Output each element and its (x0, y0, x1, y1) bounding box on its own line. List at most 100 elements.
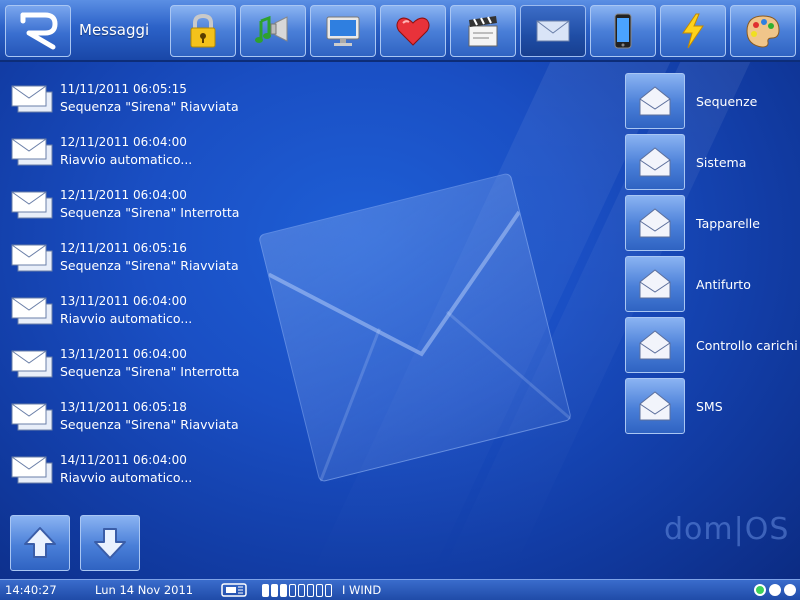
brand-watermark: dom|OS (664, 512, 790, 547)
category-button[interactable] (625, 378, 685, 434)
signal-bar (325, 584, 332, 597)
arrow-up-icon (24, 527, 56, 558)
home-logo-button[interactable] (5, 5, 71, 57)
message-text: Riavvio automatico... (60, 470, 193, 485)
message-text: Sequenza "Sirena" Riavviata (60, 99, 239, 114)
message-date: 13/11/2011 06:05:18 (60, 400, 187, 414)
status-bar: 14:40:27 Lun 14 Nov 2011 I WIND (0, 579, 800, 600)
tab-security[interactable] (170, 5, 236, 57)
tab-scenarios[interactable] (450, 5, 516, 57)
message-date: 12/11/2011 06:04:00 (60, 135, 187, 149)
heart-icon (396, 17, 430, 46)
tab-favorites[interactable] (380, 5, 446, 57)
message-date: 12/11/2011 06:04:00 (60, 188, 187, 202)
signal-bar (280, 584, 287, 597)
message-date: 11/11/2011 06:05:15 (60, 82, 187, 96)
category-sequenze[interactable]: Sequenze (625, 73, 800, 129)
category-label: Sequenze (696, 94, 758, 109)
category-controllo-carichi[interactable]: Controllo carichi (625, 317, 800, 373)
envelope-icon (536, 20, 570, 42)
music-speaker-icon (255, 15, 288, 43)
carrier-name: I WIND (342, 583, 382, 597)
category-tapparelle[interactable]: Tapparelle (625, 195, 800, 251)
status-indicators (754, 584, 796, 596)
category-label: Controllo carichi (696, 338, 798, 353)
category-label: Tapparelle (696, 216, 760, 231)
message-item[interactable]: 12/11/2011 06:04:00 Sequenza "Sirena" In… (10, 186, 570, 226)
lightning-icon (682, 13, 704, 49)
category-label: Sistema (696, 155, 747, 170)
tab-energy[interactable] (660, 5, 726, 57)
clock: 14:40:27 (5, 583, 57, 597)
signal-bar (271, 584, 278, 597)
open-envelope-icon (639, 86, 671, 116)
message-item[interactable]: 14/11/2011 06:04:00 Riavvio automatico..… (10, 451, 570, 491)
message-item[interactable]: 13/11/2011 06:04:00 Riavvio automatico..… (10, 292, 570, 332)
message-date: 12/11/2011 06:05:16 (60, 241, 187, 255)
status-date: Lun 14 Nov 2011 (95, 583, 194, 597)
open-envelope-icon (639, 147, 671, 177)
category-label: Antifurto (696, 277, 751, 292)
category-button[interactable] (625, 73, 685, 129)
lock-icon (190, 13, 216, 48)
message-text: Sequenza "Sirena" Riavviata (60, 417, 239, 432)
category-label: SMS (696, 399, 723, 414)
status-dot-green (754, 584, 766, 596)
message-item[interactable]: 12/11/2011 06:04:00 Riavvio automatico..… (10, 133, 570, 173)
message-item[interactable]: 11/11/2011 06:05:15 Sequenza "Sirena" Ri… (10, 80, 570, 120)
monitor-icon (326, 16, 360, 46)
signal-bar (298, 584, 305, 597)
category-button[interactable] (625, 317, 685, 373)
message-item[interactable]: 12/11/2011 06:05:16 Sequenza "Sirena" Ri… (10, 239, 570, 279)
messages-envelope-icon (11, 403, 53, 431)
scroll-up-button[interactable] (10, 515, 70, 571)
clapperboard-icon (468, 16, 498, 47)
message-date: 13/11/2011 06:04:00 (60, 294, 187, 308)
palette-icon (746, 15, 780, 48)
tab-phone[interactable] (590, 5, 656, 57)
category-button[interactable] (625, 256, 685, 312)
messages-envelope-icon (11, 244, 53, 272)
tab-video[interactable] (310, 5, 376, 57)
status-dot (784, 584, 796, 596)
signal-bar (262, 584, 269, 597)
signal-bar (289, 584, 296, 597)
tab-audio[interactable] (240, 5, 306, 57)
tab-settings[interactable] (730, 5, 796, 57)
messages-envelope-icon (11, 456, 53, 484)
category-button[interactable] (625, 134, 685, 190)
signal-bar (316, 584, 323, 597)
message-date: 13/11/2011 06:04:00 (60, 347, 187, 361)
message-date: 14/11/2011 06:04:00 (60, 453, 187, 467)
sim-card-icon (221, 583, 247, 597)
messages-envelope-icon (11, 138, 53, 166)
arrow-down-icon (94, 528, 126, 559)
messages-envelope-icon (11, 85, 53, 113)
category-sistema[interactable]: Sistema (625, 134, 800, 190)
messages-envelope-icon (11, 297, 53, 325)
phone-icon (614, 13, 632, 49)
message-text: Sequenza "Sirena" Interrotta (60, 364, 240, 379)
tab-messages[interactable] (520, 5, 586, 57)
message-text: Riavvio automatico... (60, 152, 193, 167)
category-sms[interactable]: SMS (625, 378, 800, 434)
top-toolbar: Messaggi (0, 0, 800, 62)
scroll-down-button[interactable] (80, 515, 140, 571)
open-envelope-icon (639, 269, 671, 299)
category-antifurto[interactable]: Antifurto (625, 256, 800, 312)
signal-strength-indicator (262, 584, 332, 597)
messages-envelope-icon (11, 350, 53, 378)
message-item[interactable]: 13/11/2011 06:04:00 Sequenza "Sirena" In… (10, 345, 570, 385)
open-envelope-icon (639, 391, 671, 421)
message-item[interactable]: 13/11/2011 06:05:18 Sequenza "Sirena" Ri… (10, 398, 570, 438)
category-button[interactable] (625, 195, 685, 251)
message-text: Sequenza "Sirena" Riavviata (60, 258, 239, 273)
message-text: Sequenza "Sirena" Interrotta (60, 205, 240, 220)
open-envelope-icon (639, 330, 671, 360)
page-title: Messaggi (79, 21, 150, 39)
r-logo-icon (20, 12, 58, 50)
open-envelope-icon (639, 208, 671, 238)
messages-envelope-icon (11, 191, 53, 219)
signal-bar (307, 584, 314, 597)
status-dot (769, 584, 781, 596)
